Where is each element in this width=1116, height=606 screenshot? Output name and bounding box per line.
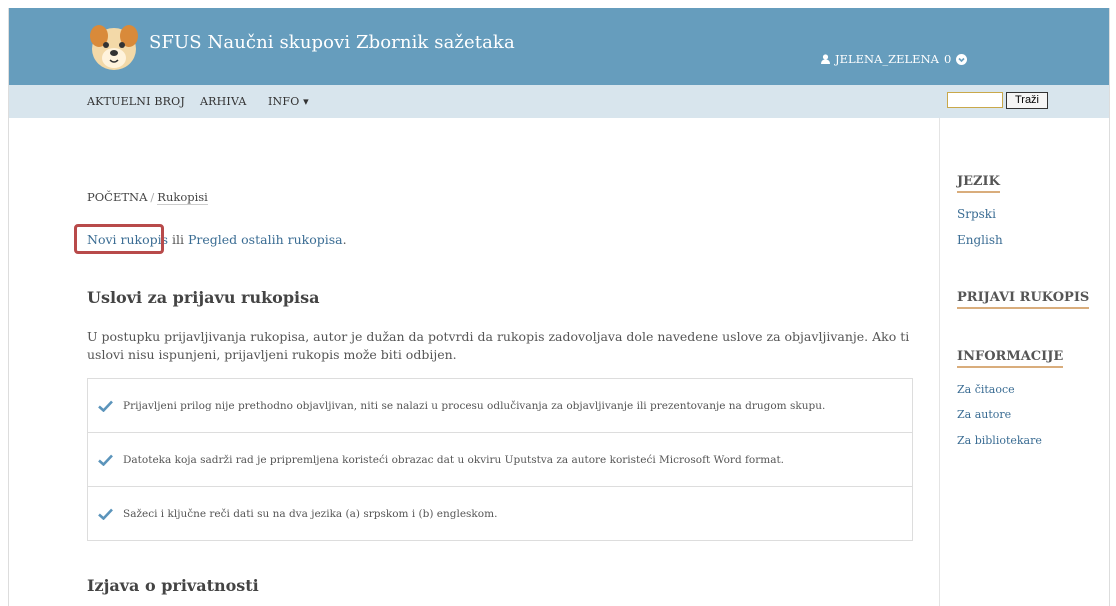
user-icon [821, 54, 830, 64]
conditions-title: Uslovi za prijavu rukopisa [87, 288, 320, 307]
checklist-item-text: Sažeci i ključne reči dati su na dva jez… [123, 507, 498, 520]
privacy-title: Izjava o privatnosti [87, 576, 259, 595]
checklist-item: Sažeci i ključne reči dati su na dva jez… [88, 487, 912, 540]
info-librarians-link[interactable]: Za bibliotekare [957, 434, 1042, 447]
search-input[interactable] [947, 92, 1003, 108]
language-serbian[interactable]: Srpski [957, 207, 996, 221]
information-heading: INFORMACIJE [957, 349, 1064, 368]
conditions-description: U postupku prijavljivanja rukopisa, auto… [87, 329, 910, 362]
view-submissions-link[interactable]: Pregled ostalih rukopisa [188, 232, 343, 247]
nav-info[interactable]: INFO ▾ [268, 95, 309, 108]
primary-nav: AKTUELNI BROJ ARHIVA INFO ▾ [9, 85, 1109, 118]
checkmark-icon [98, 508, 113, 520]
chevron-down-circle-icon [956, 53, 968, 65]
conditions-checklist: Prijavljeni prilog nije prethodno objavl… [87, 378, 913, 541]
breadcrumb-home[interactable]: POČETNA [87, 190, 147, 204]
search-button[interactable]: Traži [1006, 92, 1048, 109]
site-header: SFUS Naučni skupovi Zbornik sažetaka JEL… [9, 8, 1109, 85]
breadcrumb: POČETNA / Rukopisi [87, 190, 208, 205]
nav-archive[interactable]: ARHIVA [200, 95, 247, 108]
site-title[interactable]: SFUS Naučni skupovi Zbornik sažetaka [149, 32, 515, 53]
submit-manuscript-link[interactable]: PRIJAVI RUKOPIS [957, 290, 1090, 309]
checkmark-icon [98, 400, 113, 412]
page-frame: SFUS Naučni skupovi Zbornik sažetaka JEL… [8, 8, 1110, 606]
new-submission-highlight [74, 224, 164, 254]
nav-info-label: INFO [268, 95, 300, 108]
breadcrumb-current[interactable]: Rukopisi [157, 190, 208, 205]
user-menu[interactable]: JELENA_ZELENA 0 [821, 52, 968, 66]
notification-count: 0 [943, 52, 952, 66]
info-authors-link[interactable]: Za autore [957, 408, 1011, 421]
user-name: JELENA_ZELENA [835, 52, 939, 66]
breadcrumb-separator: / [150, 190, 155, 204]
checklist-item-text: Datoteka koja sadrži rad je pripremljena… [123, 453, 785, 466]
caret-down-icon: ▾ [303, 95, 309, 108]
language-heading: JEZIK [957, 174, 1000, 193]
nav-current-issue[interactable]: AKTUELNI BROJ [87, 95, 185, 108]
intro-connector: ili [168, 232, 188, 247]
checklist-item: Prijavljeni prilog nije prethodno objavl… [88, 379, 912, 433]
checklist-item-text: Prijavljeni prilog nije prethodno objavl… [123, 399, 826, 412]
language-english[interactable]: English [957, 233, 1003, 247]
checklist-item: Datoteka koja sadrži rad je pripremljena… [88, 433, 912, 487]
info-readers-link[interactable]: Za čitaoce [957, 383, 1015, 396]
intro-end: . [342, 232, 347, 247]
dog-logo-icon[interactable] [87, 22, 141, 72]
checkmark-icon [98, 454, 113, 466]
sidebar-divider [939, 118, 940, 606]
